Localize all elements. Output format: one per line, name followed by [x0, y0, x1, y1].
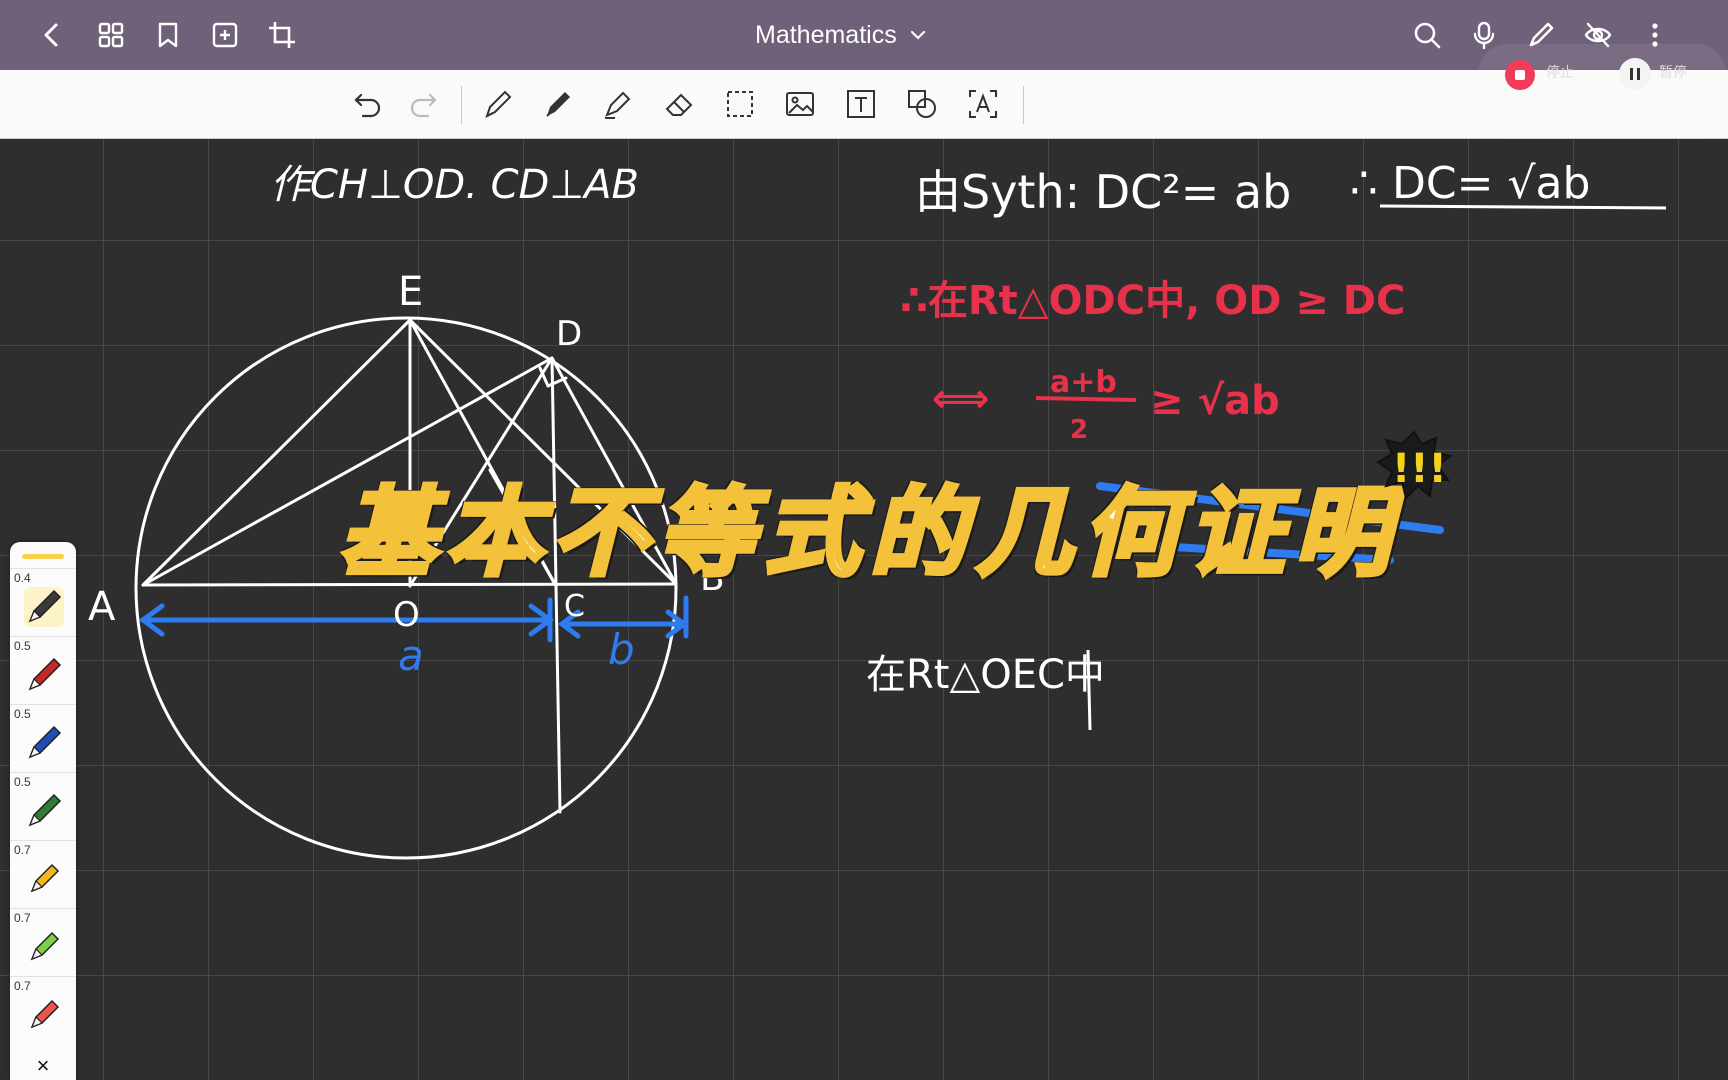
shapes-icon[interactable] — [902, 84, 942, 124]
red-note-line1: ∴在Rt△ODC中, OD ≥ DC — [900, 278, 1405, 324]
drawing-toolbar — [0, 70, 1728, 139]
active-color-bar — [22, 554, 64, 559]
stop-recording-label: 停止 — [1546, 64, 1574, 80]
highlighter-icon — [30, 999, 60, 1029]
recording-controls — [1478, 44, 1726, 140]
crop-icon[interactable] — [262, 15, 302, 55]
lower-note-stroke — [1086, 649, 1092, 731]
pen-size-label: 0.7 — [14, 979, 31, 993]
red-fraction-bar — [1035, 396, 1137, 402]
note-canvas[interactable]: E D A B O C a b 作CH⊥OD. CD⊥AB 由Syth: DC²… — [0, 139, 1728, 1080]
pen-slot-5[interactable]: 0.7 — [10, 840, 76, 907]
label-o: O — [393, 595, 420, 635]
pen-size-label: 0.7 — [14, 843, 31, 857]
fountain-pen-icon[interactable] — [478, 84, 518, 124]
pause-recording-label: 暂停 — [1659, 64, 1687, 80]
pen-size-label: 0.5 — [14, 639, 31, 653]
label-d: D — [556, 314, 582, 354]
pen-icon — [28, 793, 62, 827]
notebook-title[interactable]: Mathematics — [755, 18, 927, 52]
pen-icon — [28, 725, 62, 759]
construction-note: 作CH⊥OD. CD⊥AB — [270, 162, 639, 208]
chevron-down-icon — [910, 30, 925, 40]
pen-size-label: 0.7 — [14, 911, 31, 925]
highlighter-icon — [30, 931, 60, 961]
lasso-select-icon[interactable] — [720, 84, 760, 124]
formula-note: 由Syth: DC²= ab — [915, 165, 1291, 219]
undo-icon[interactable] — [348, 84, 388, 124]
top-bar: Mathematics — [0, 0, 1728, 70]
redo-icon[interactable] — [403, 84, 443, 124]
label-a: A — [88, 584, 116, 630]
text-recognition-icon[interactable] — [963, 84, 1003, 124]
grid-icon[interactable] — [91, 15, 131, 55]
stop-recording-button[interactable] — [1505, 60, 1535, 90]
pen-slot-7[interactable]: 0.7 — [10, 976, 76, 1043]
result-note: ∴ DC= √ab — [1350, 158, 1590, 209]
highlighter-icon — [30, 863, 60, 893]
pen-icon — [28, 657, 62, 691]
pen-size-label: 0.5 — [14, 707, 31, 721]
label-c: C — [564, 589, 585, 624]
bookmark-icon[interactable] — [148, 15, 188, 55]
red-note-suffix: ≥ √ab — [1150, 378, 1280, 424]
toolbar-divider — [1023, 86, 1024, 124]
pen-slot-3[interactable]: 0.5 — [10, 704, 76, 771]
close-palette-button[interactable]: × — [10, 1052, 76, 1080]
lower-note: 在Rt△OEC中 — [866, 652, 1105, 698]
label-e: E — [398, 269, 423, 315]
pen-palette: 0.4 0.5 0.5 0.5 0.7 0.7 0.7 × — [10, 542, 76, 1080]
exclamation-sticker-icon: !!! — [1376, 430, 1453, 500]
pen-slot-4[interactable]: 0.5 — [10, 772, 76, 839]
red-fraction-denominator: 2 — [1070, 415, 1088, 445]
svg-text:!!!: !!! — [1392, 446, 1447, 492]
pen-icon — [24, 587, 64, 627]
add-page-icon[interactable] — [205, 15, 245, 55]
image-icon[interactable] — [780, 84, 820, 124]
result-underline — [1379, 204, 1667, 210]
handwritten-drawing: E D A B O C a b 作CH⊥OD. CD⊥AB 由Syth: DC²… — [88, 158, 1667, 860]
pen-slot-6[interactable]: 0.7 — [10, 908, 76, 975]
toolbar-divider — [461, 86, 462, 124]
text-box-icon[interactable] — [841, 84, 881, 124]
pen-size-label: 0.4 — [14, 571, 31, 585]
video-title-overlay: 基本不等式的几何证明 — [338, 475, 1400, 592]
pause-recording-button[interactable] — [1619, 58, 1651, 90]
eraser-icon[interactable] — [660, 84, 700, 124]
label-a-length: a — [398, 631, 424, 680]
red-fraction-numerator: a+b — [1050, 365, 1117, 400]
back-icon[interactable] — [32, 15, 72, 55]
pen-slot-2[interactable]: 0.5 — [10, 636, 76, 703]
pen-slot-1[interactable]: 0.4 — [10, 568, 76, 635]
highlighter-icon[interactable] — [598, 84, 638, 124]
pen-size-label: 0.5 — [14, 775, 31, 789]
notebook-title-text: Mathematics — [755, 20, 897, 49]
search-icon[interactable] — [1407, 15, 1447, 55]
ballpoint-pen-icon[interactable] — [538, 84, 578, 124]
label-b-length: b — [608, 625, 635, 674]
red-note-prefix: ⟺ — [932, 376, 989, 422]
